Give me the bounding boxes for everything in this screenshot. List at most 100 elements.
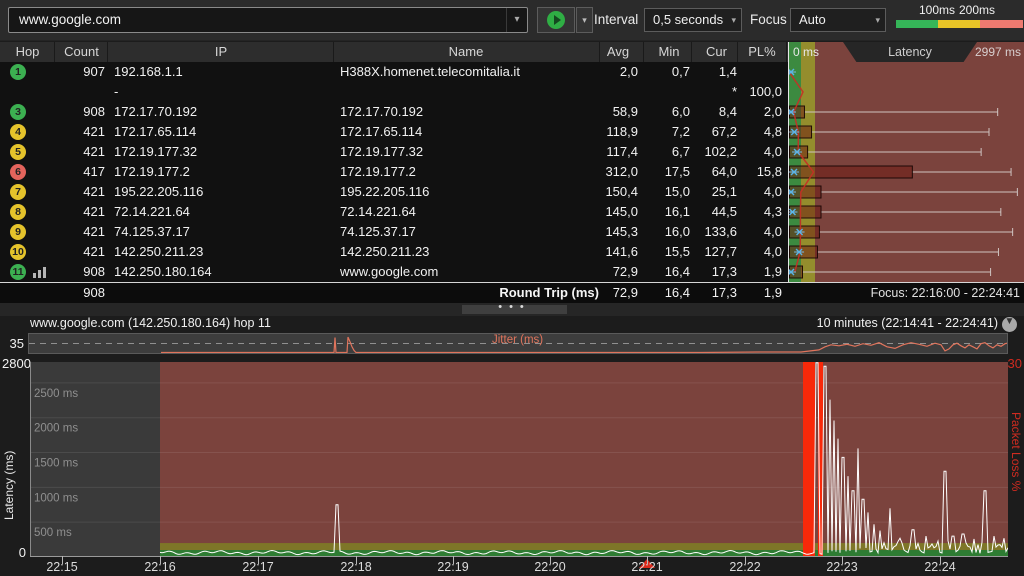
chevron-down-icon: ▾ (875, 9, 880, 31)
col-header-pl[interactable]: PL% (740, 42, 784, 62)
hop-cur: 25,1 (692, 182, 737, 202)
hop-ip: 172.19.177.2 (114, 162, 332, 182)
legend-200ms-label: 200ms (959, 3, 995, 17)
hop-cur: 44,5 (692, 202, 737, 222)
svg-text:1500 ms: 1500 ms (34, 458, 78, 470)
target-address-value[interactable]: www.google.com (19, 8, 121, 32)
focus-period-label: Focus: 22:16:00 - 22:24:41 (790, 283, 1020, 303)
hop-name: 195.22.205.116 (340, 182, 586, 202)
hop-count: 421 (55, 222, 105, 242)
hop-avg: 58,9 (588, 102, 638, 122)
hop-name (340, 82, 586, 102)
hop-ip: 142.250.180.164 (114, 262, 332, 282)
hop-name: H388X.homenet.telecomitalia.it (340, 62, 586, 82)
hop-row[interactable]: 5421172.19.177.32172.19.177.32117,46,710… (0, 142, 1024, 162)
hop-packet-loss (738, 62, 782, 82)
toolbar: www.google.com ▾ ▾ Interval 0,5 seconds … (0, 0, 1024, 41)
hop-row[interactable]: 7421195.22.205.116195.22.205.116150,415,… (0, 182, 1024, 202)
legend-red-segment (980, 20, 1023, 28)
hop-row[interactable]: -*100,0 (0, 82, 1024, 102)
hop-packet-loss: 4,0 (738, 182, 782, 202)
jitter-axis-label: Jitter (ms) (492, 334, 543, 346)
hop-packet-loss: 4,0 (738, 222, 782, 242)
hop-ip: 172.19.177.32 (114, 142, 332, 162)
panel-splitter[interactable]: ••• (0, 303, 1024, 316)
col-header-avg[interactable]: Avg (596, 42, 640, 62)
hop-packet-loss: 2,0 (738, 102, 782, 122)
column-separator (333, 42, 334, 62)
start-options-arrow-icon[interactable]: ▾ (576, 7, 593, 33)
latency-timeline-plot[interactable]: 2500 ms2000 ms1500 ms1000 ms500 ms (30, 362, 1008, 557)
time-range-label[interactable]: 10 minutes (22:14:41 - 22:24:41) (817, 316, 998, 330)
col-header-min[interactable]: Min (648, 42, 690, 62)
hop-row[interactable]: 11908142.250.180.164www.google.com72,916… (0, 262, 1024, 282)
loss-axis-title: Packet Loss % (1009, 412, 1023, 542)
col-header-hop[interactable]: Hop (0, 42, 55, 62)
interval-label: Interval (594, 0, 638, 40)
hop-number-badge: 6 (10, 164, 26, 180)
hop-number-badge: 8 (10, 204, 26, 220)
col-header-name[interactable]: Name (334, 42, 598, 62)
hop-cur: 17,3 (692, 262, 737, 282)
hop-cur: 67,2 (692, 122, 737, 142)
hop-row[interactable]: 3908172.17.70.192172.17.70.19258,96,08,4… (0, 102, 1024, 122)
hop-packet-loss: 15,8 (738, 162, 782, 182)
collapse-graph-button[interactable]: ▼ (1002, 317, 1017, 332)
hop-avg: 145,0 (588, 202, 638, 222)
x-axis-label: 22:24 (915, 560, 965, 574)
hop-number-badge: 7 (10, 184, 26, 200)
hop-number-badge: 4 (10, 124, 26, 140)
x-axis-label: 22:16 (135, 560, 185, 574)
hop-number-badge: 10 (10, 244, 26, 260)
hop-packet-loss: 4,3 (738, 202, 782, 222)
hop-count: 417 (55, 162, 105, 182)
hop-ip: - (114, 82, 332, 102)
hop-min: 6,7 (644, 142, 690, 162)
hop-ip: 142.250.211.23 (114, 242, 332, 262)
hop-number-badge: 11 (10, 264, 26, 280)
hop-number-badge: 5 (10, 144, 26, 160)
x-axis-label: 22:21 (622, 560, 672, 574)
splitter-grip[interactable]: ••• (462, 305, 567, 314)
hop-row[interactable]: 4421172.17.65.114172.17.65.114118,97,267… (0, 122, 1024, 142)
hop-min (644, 82, 690, 102)
legend-yellow-segment (938, 20, 980, 28)
hop-count: 907 (55, 62, 105, 82)
focus-select[interactable]: Auto ▾ (790, 8, 886, 32)
hop-name: 172.19.177.2 (340, 162, 586, 182)
column-separator (107, 42, 108, 62)
hop-number-badge: 9 (10, 224, 26, 240)
hop-row[interactable]: 942174.125.37.1774.125.37.17145,316,0133… (0, 222, 1024, 242)
column-separator (737, 42, 738, 62)
interval-select[interactable]: 0,5 seconds ▾ (644, 8, 742, 32)
hop-avg: 145,3 (588, 222, 638, 242)
x-axis-label: 22:19 (428, 560, 478, 574)
x-axis-label: 22:15 (37, 560, 87, 574)
hop-row[interactable]: 1907192.168.1.1H388X.homenet.telecomital… (0, 62, 1024, 82)
hop-row[interactable]: 10421142.250.211.23142.250.211.23141,615… (0, 242, 1024, 262)
hop-packet-loss: 4,0 (738, 242, 782, 262)
hop-cur: 102,2 (692, 142, 737, 162)
hop-avg: 2,0 (588, 62, 638, 82)
x-axis-label: 22:23 (817, 560, 867, 574)
summary-count: 908 (55, 283, 105, 303)
latency-scale-min: 0 ms (793, 42, 819, 62)
hop-name: 172.19.177.32 (340, 142, 586, 162)
hop-ip: 172.17.65.114 (114, 122, 332, 142)
start-trace-button[interactable] (537, 7, 575, 33)
col-header-ip[interactable]: IP (108, 42, 334, 62)
hop-row[interactable]: 6417172.19.177.2172.19.177.2312,017,564,… (0, 162, 1024, 182)
address-dropdown-arrow-icon[interactable]: ▾ (506, 8, 527, 32)
col-header-cur[interactable]: Cur (696, 42, 737, 62)
x-axis-label: 22:17 (233, 560, 283, 574)
x-axis-label: 22:22 (720, 560, 770, 574)
hop-row[interactable]: 842172.14.221.6472.14.221.64145,016,144,… (0, 202, 1024, 222)
hop-name: 142.250.211.23 (340, 242, 586, 262)
latency-scale-header: 0 ms Latency 2997 ms (788, 42, 1024, 62)
hop-cur: 133,6 (692, 222, 737, 242)
target-address-combo[interactable]: www.google.com ▾ (8, 7, 528, 33)
column-separator (786, 42, 787, 62)
col-header-count[interactable]: Count (55, 42, 108, 62)
hop-ip: 195.22.205.116 (114, 182, 332, 202)
hop-count: 421 (55, 202, 105, 222)
